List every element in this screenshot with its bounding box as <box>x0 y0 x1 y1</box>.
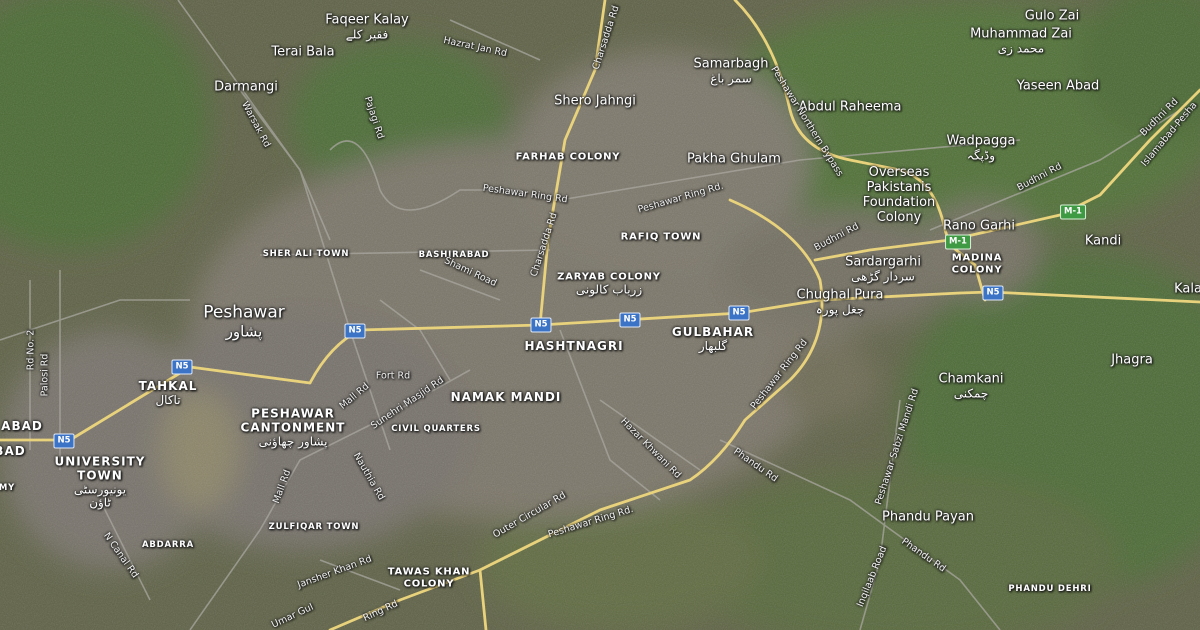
n5-shield: N5 <box>982 285 1004 301</box>
place-darmangi: Darmangi <box>214 79 278 95</box>
place-wadpagga: Wadpagga وڈپگہ <box>946 133 1016 164</box>
district-name-line: CANTONMENT <box>240 420 346 435</box>
place-urdu: چغل پورہ <box>815 302 865 317</box>
district-name-line: TOWN <box>77 468 123 483</box>
district-name-line: COLONY <box>403 578 455 589</box>
place-terai-bala: Terai Bala <box>271 44 335 60</box>
district-name: TAHKAL <box>138 379 198 394</box>
place-urdu: فقیر کلے <box>345 27 389 42</box>
district-urdu: گلبھار <box>698 339 728 353</box>
place-jhagra: Jhagra <box>1111 352 1153 368</box>
place-rano-garhi: Rano Garhi <box>942 218 1016 234</box>
place-name-line: Foundation <box>862 195 936 210</box>
place-name: Chughal Pura <box>796 287 884 303</box>
n5-shield: N5 <box>171 359 193 375</box>
district-my: MY <box>0 483 16 494</box>
place-urdu: پشاور <box>225 322 263 341</box>
place-peshawar: Peshawar پشاور <box>203 302 285 341</box>
district-abdarra: ABDARRA <box>142 540 194 551</box>
district-name-line: PESHAWAR <box>251 406 335 421</box>
place-chamkani: Chamkani چمکنی <box>938 371 1004 402</box>
place-sardargarhi: Sardargarhi سردار گڑھی <box>845 254 921 285</box>
place-urdu: سمر باغ <box>710 71 752 86</box>
place-name: Sardargarhi <box>845 254 921 270</box>
place-name: Peshawar <box>203 302 285 323</box>
district-madina-colony: MADINA COLONY <box>952 253 1003 276</box>
district-urdu: ٹاؤن <box>89 495 111 510</box>
place-abdul-raheema: Abdul Raheema <box>798 99 902 115</box>
district-hashtnagri: HASHTNAGRI <box>524 339 624 354</box>
district-zaryab-colony: ZARYAB COLONY زریاب کالونی <box>557 271 661 296</box>
n5-shield: N5 <box>619 312 641 328</box>
place-kala: Kala <box>1174 281 1200 297</box>
district-rafiq-town: RAFIQ TOWN <box>620 231 702 243</box>
district-abad: ABAD <box>1 419 43 434</box>
place-urdu: چمکنی <box>953 386 989 401</box>
place-kandi: Kandi <box>1084 233 1122 249</box>
district-peshawar-cantonment: PESHAWAR CANTONMENT پشاور چھاؤنی <box>241 407 346 448</box>
place-urdu: محمد زی <box>997 41 1045 56</box>
district-urdu: پشاور چھاؤنی <box>258 433 328 448</box>
district-name-line: MADINA <box>951 252 1003 264</box>
district-name-line: TAWAS KHAN <box>387 566 471 578</box>
road-rd-no-2: Rd No. 2 <box>25 329 37 371</box>
district-sher-ali-town: SHER ALI TOWN <box>262 249 350 260</box>
place-phandu-payan: Phandu Payan <box>881 509 975 525</box>
place-name-line: Overseas <box>868 165 930 181</box>
place-urdu: وڈپگہ <box>966 148 996 163</box>
place-name: Muhammad Zai <box>970 26 1072 42</box>
district-name: ZARYAB COLONY <box>557 271 661 283</box>
place-muhammad-zai: Muhammad Zai محمد زی <box>970 26 1072 57</box>
district-name-line: UNIVERSITY <box>54 454 146 469</box>
place-name-line: Pakistanis <box>866 180 932 196</box>
district-university-town: UNIVERSITY TOWN یونیورسٹی ٹاؤن <box>55 455 146 510</box>
district-urdu: زریاب کالونی <box>575 281 643 296</box>
place-chughal-pura: Chughal Pura چغل پورہ <box>796 287 884 318</box>
place-name: Wadpagga <box>946 133 1016 149</box>
n5-shield: N5 <box>53 433 75 449</box>
place-yaseen-abad: Yaseen Abad <box>1016 78 1100 94</box>
district-urdu: تاکال <box>155 393 181 407</box>
place-urdu: سردار گڑھی <box>851 269 915 284</box>
district-tahkal: TAHKAL تاکال <box>138 379 198 408</box>
place-name: Chamkani <box>938 371 1004 387</box>
place-shero-jahngi: Shero Jahngi <box>554 93 636 109</box>
m1-shield: M-1 <box>1060 204 1086 220</box>
place-name: Faqeer Kalay <box>325 12 409 28</box>
place-pakha-ghulam: Pakha Ghulam <box>687 151 781 167</box>
district-phandu-dehri: PHANDU DEHRI <box>1008 584 1092 595</box>
road-palosi-rd: Palosi Rd <box>39 353 51 397</box>
place-faqeer-kalay: Faqeer Kalay فقیر کلے <box>325 12 409 43</box>
n5-shield: N5 <box>728 305 750 321</box>
district-gulbahar: GULBAHAR گلبھار <box>671 325 755 354</box>
district-bad: BAD <box>0 444 26 459</box>
road-fort-rd: Fort Rd <box>375 370 411 382</box>
satellite-map[interactable]: Faqeer Kalay فقیر کلے Terai Bala Darmangi… <box>0 0 1200 630</box>
m1-shield: M-1 <box>945 234 971 250</box>
district-zulfiqar-town: ZULFIQAR TOWN <box>268 522 360 533</box>
district-name-line: COLONY <box>951 264 1003 275</box>
place-samarbagh: Samarbagh سمر باغ <box>693 56 769 87</box>
district-namak-mandi: NAMAK MANDI <box>450 390 562 405</box>
district-tawas-khan-colony: TAWAS KHAN COLONY <box>388 567 471 590</box>
place-gulo-zai: Gulo Zai <box>1024 8 1080 24</box>
place-overseas-pakistanis-foundation-colony: Overseas Pakistanis Foundation Colony <box>862 165 936 226</box>
n5-shield: N5 <box>530 317 552 333</box>
district-civil-quarters: CIVIL QUARTERS <box>391 424 481 435</box>
place-name: Samarbagh <box>693 56 769 72</box>
n5-shield: N5 <box>344 323 366 339</box>
district-name: GULBAHAR <box>671 325 755 340</box>
district-farhab-colony: FARHAB COLONY <box>515 151 621 163</box>
place-name-line: Colony <box>876 209 922 225</box>
